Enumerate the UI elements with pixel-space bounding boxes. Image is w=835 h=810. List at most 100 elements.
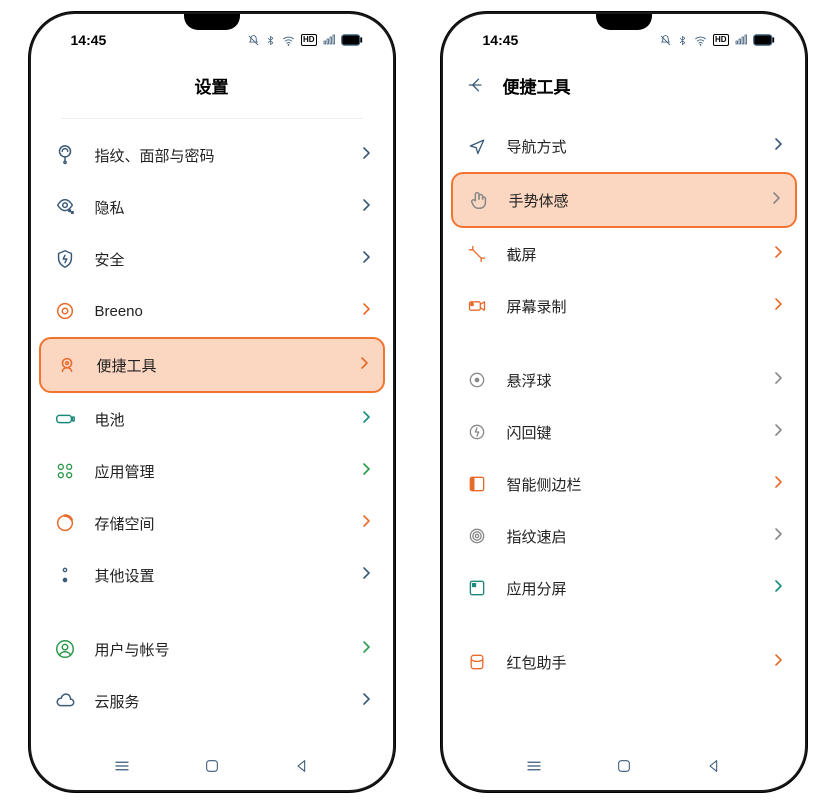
chevron-right-icon [773, 527, 783, 546]
row-label: 指纹、面部与密码 [95, 145, 361, 166]
recent-apps-button[interactable] [112, 756, 132, 776]
wifi-icon [693, 34, 708, 47]
row-label: 安全 [95, 249, 361, 270]
row-breeno[interactable]: Breeno [39, 285, 385, 337]
row-privacy[interactable]: 隐私 [39, 181, 385, 233]
row-label: 隐私 [95, 197, 361, 218]
chevron-right-icon [361, 146, 371, 165]
row-label: 红包助手 [507, 652, 773, 673]
home-button[interactable] [202, 756, 222, 776]
chevron-right-icon [361, 640, 371, 659]
sidebar-icon [465, 472, 489, 496]
row-label: 应用分屏 [507, 578, 773, 599]
row-label: 截屏 [507, 244, 773, 265]
row-flashback[interactable]: 闪回键 [451, 406, 797, 458]
row-label: 其他设置 [95, 565, 361, 586]
row-fingerprint[interactable]: 指纹、面部与密码 [39, 129, 385, 181]
user-icon [53, 637, 77, 661]
chevron-right-icon [773, 423, 783, 442]
chevron-right-icon [361, 566, 371, 585]
page-title: 便捷工具 [503, 73, 571, 98]
power-button[interactable] [805, 219, 807, 301]
bluetooth-icon [265, 34, 276, 47]
row-redpacket[interactable]: 红包助手 [451, 636, 797, 688]
other-icon [53, 563, 77, 587]
breeno-icon [53, 299, 77, 323]
row-apps[interactable]: 应用管理 [39, 445, 385, 497]
volume-up-button[interactable] [29, 189, 31, 235]
group-gap [39, 601, 385, 623]
navigation-icon [465, 134, 489, 158]
row-label: 闪回键 [507, 422, 773, 443]
row-security[interactable]: 安全 [39, 233, 385, 285]
row-label: 应用管理 [95, 461, 361, 482]
row-fpquick[interactable]: 指纹速启 [451, 510, 797, 562]
screenshot-icon [465, 242, 489, 266]
group-gap [451, 614, 797, 636]
row-tools[interactable]: 便捷工具 [39, 337, 385, 393]
chevron-right-icon [361, 692, 371, 711]
back-button[interactable] [292, 756, 312, 776]
fingerprint-icon [53, 143, 77, 167]
row-label: 手势体感 [509, 190, 771, 211]
row-user[interactable]: 用户与帐号 [39, 623, 385, 675]
back-button[interactable] [465, 74, 487, 96]
row-label: 导航方式 [507, 136, 773, 157]
chevron-right-icon [361, 410, 371, 429]
tools-list[interactable]: 导航方式 手势体感 截屏 屏幕录制 悬浮球 闪回键 [443, 112, 805, 742]
row-cloud[interactable]: 云服务 [39, 675, 385, 727]
row-navigation[interactable]: 导航方式 [451, 120, 797, 172]
wifi-icon [281, 34, 296, 47]
gesture-icon [467, 188, 491, 212]
row-sidebar[interactable]: 智能侧边栏 [451, 458, 797, 510]
chevron-right-icon [361, 302, 371, 321]
row-record[interactable]: 屏幕录制 [451, 280, 797, 332]
fingerprint-quick-icon [465, 524, 489, 548]
storage-icon [53, 511, 77, 535]
chevron-right-icon [773, 371, 783, 390]
row-other[interactable]: 其他设置 [39, 549, 385, 601]
page-title: 设置 [195, 73, 229, 98]
row-battery[interactable]: 电池 [39, 393, 385, 445]
row-screenshot[interactable]: 截屏 [451, 228, 797, 280]
power-button[interactable] [393, 219, 395, 301]
phone-right: 14:45 HD 便捷工具 导航方式 手势体感 截屏 [441, 12, 807, 792]
chevron-right-icon [773, 653, 783, 672]
apps-icon [53, 459, 77, 483]
record-icon [465, 294, 489, 318]
row-label: 智能侧边栏 [507, 474, 773, 495]
settings-list[interactable]: 指纹、面部与密码 隐私 安全 Breeno 便捷工具 电池 [31, 112, 393, 742]
dnd-icon [659, 34, 672, 47]
chevron-right-icon [771, 191, 781, 210]
chevron-right-icon [773, 297, 783, 316]
page-header: 设置 [31, 58, 393, 112]
row-label: 存储空间 [95, 513, 361, 534]
back-button[interactable] [704, 756, 724, 776]
phone-left: 14:45 HD 设置 指纹、面部与密码 隐私 安全 [29, 12, 395, 792]
chevron-right-icon [773, 137, 783, 156]
row-floatball[interactable]: 悬浮球 [451, 354, 797, 406]
row-label: 指纹速启 [507, 526, 773, 547]
battery-icon [53, 407, 77, 431]
dnd-icon [247, 34, 260, 47]
row-splitscreen[interactable]: 应用分屏 [451, 562, 797, 614]
row-storage[interactable]: 存储空间 [39, 497, 385, 549]
volume-down-button[interactable] [29, 246, 31, 328]
privacy-icon [53, 195, 77, 219]
clock: 14:45 [483, 32, 519, 48]
cloud-icon [53, 689, 77, 713]
volume-down-button[interactable] [441, 246, 443, 328]
tools-icon [55, 353, 79, 377]
volume-up-button[interactable] [441, 189, 443, 235]
chevron-right-icon [773, 245, 783, 264]
chevron-right-icon [359, 356, 369, 375]
row-label: 便捷工具 [97, 355, 359, 376]
row-label: 电池 [95, 409, 361, 430]
battery-icon [753, 34, 775, 46]
splitscreen-icon [465, 576, 489, 600]
home-button[interactable] [614, 756, 634, 776]
row-label: 用户与帐号 [95, 639, 361, 660]
row-gesture[interactable]: 手势体感 [451, 172, 797, 228]
recent-apps-button[interactable] [524, 756, 544, 776]
chevron-right-icon [361, 250, 371, 269]
